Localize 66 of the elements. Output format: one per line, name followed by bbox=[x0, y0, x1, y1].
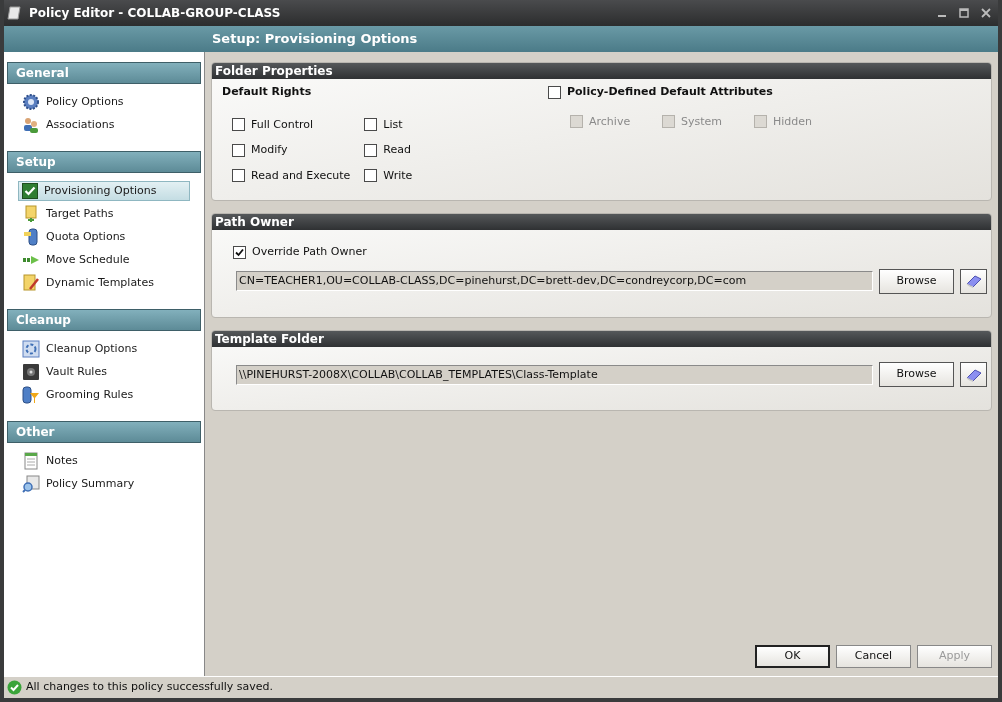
dialog-button[interactable]: OK bbox=[755, 645, 830, 668]
nav-item[interactable]: Grooming Rules bbox=[18, 385, 190, 405]
checkbox[interactable] bbox=[232, 118, 245, 132]
eraser-icon bbox=[964, 367, 983, 382]
checkbox[interactable] bbox=[233, 245, 246, 259]
eraser-icon bbox=[964, 274, 983, 288]
checkbox-label: Policy-Defined Default Attributes bbox=[567, 84, 773, 100]
section-title: Default Rights bbox=[222, 84, 313, 100]
panel-header: Template Folder bbox=[212, 331, 991, 347]
nav-item[interactable]: Cleanup Options bbox=[18, 339, 190, 359]
checkbox-label: List bbox=[383, 116, 403, 133]
section-header: Cleanup bbox=[7, 309, 201, 331]
path-field[interactable]: \\PINEHURST-2008X\COLLAB\COLLAB_TEMPLATES\Class-Template bbox=[236, 364, 873, 385]
maximize-icon[interactable] bbox=[959, 8, 969, 18]
checkbox-label: Read and Execute bbox=[251, 167, 351, 184]
browse-button[interactable]: Browse bbox=[879, 268, 954, 294]
dialog-button[interactable]: Cancel bbox=[836, 645, 911, 668]
checkbox-label: Hidden bbox=[773, 113, 813, 130]
success-icon bbox=[7, 680, 22, 695]
nav-item[interactable]: Policy Summary bbox=[18, 474, 190, 494]
nav-item[interactable]: Associations bbox=[18, 115, 190, 135]
checkbox[interactable] bbox=[232, 143, 245, 157]
cylinder-icon bbox=[22, 228, 40, 246]
close-icon[interactable] bbox=[981, 8, 991, 18]
safe-icon bbox=[22, 363, 40, 381]
clear-button[interactable] bbox=[960, 268, 987, 294]
nav-item[interactable]: Vault Rules bbox=[18, 362, 190, 382]
checkbox-label: Archive bbox=[589, 113, 631, 130]
path-field[interactable]: CN=TEACHER1,OU=COLLAB-CLASS,DC=pinehurst,DC=brett-dev,DC=condreycorp,DC=com bbox=[236, 271, 873, 291]
window-title: Policy Editor - COLLAB-GROUP-CLASS bbox=[29, 5, 281, 22]
notes-icon bbox=[22, 452, 40, 470]
nav-item[interactable]: Quota Options bbox=[18, 227, 190, 247]
folder-icon bbox=[22, 205, 40, 223]
panel-header: Folder Properties bbox=[212, 63, 991, 79]
checkbox[interactable] bbox=[364, 118, 378, 132]
checkbox-label: Modify bbox=[251, 142, 288, 158]
checkbox-label: Read bbox=[383, 142, 411, 158]
section-header: Setup bbox=[7, 151, 201, 173]
checkbox-label: System bbox=[681, 113, 723, 130]
status-text: All changes to this policy successfully saved. bbox=[26, 679, 274, 696]
nav-item[interactable]: Provisioning Options bbox=[18, 181, 190, 201]
section-header: Other bbox=[7, 421, 201, 443]
checkbox[interactable] bbox=[232, 169, 245, 183]
clear-button[interactable] bbox=[960, 362, 987, 387]
checkbox-label: Override Path Owner bbox=[252, 244, 367, 260]
checkbox-label: Full Control bbox=[251, 116, 314, 133]
checkmark-icon bbox=[235, 247, 244, 257]
panel-header: Path Owner bbox=[212, 214, 991, 230]
magnifier-icon bbox=[22, 475, 40, 493]
browse-button[interactable]: Browse bbox=[879, 362, 954, 387]
checkbox[interactable] bbox=[364, 143, 378, 157]
funnel-icon bbox=[22, 386, 40, 404]
users-icon bbox=[22, 116, 40, 134]
checkmark-icon bbox=[22, 183, 38, 199]
nav-item[interactable]: Notes bbox=[18, 451, 190, 471]
gear-icon bbox=[22, 93, 40, 111]
nav-item[interactable]: Policy Options bbox=[18, 92, 190, 112]
nav-item[interactable]: Target Paths bbox=[18, 204, 190, 224]
checkbox[interactable] bbox=[548, 85, 561, 99]
checkbox-label: Write bbox=[383, 167, 413, 184]
page-header: Setup: Provisioning Options bbox=[4, 26, 998, 52]
section-header: General bbox=[7, 62, 201, 84]
checkbox[interactable] bbox=[364, 169, 378, 183]
nav-item[interactable]: Move Schedule bbox=[18, 250, 190, 270]
pencil-icon bbox=[22, 274, 40, 292]
nav-item[interactable]: Dynamic Templates bbox=[18, 273, 190, 293]
